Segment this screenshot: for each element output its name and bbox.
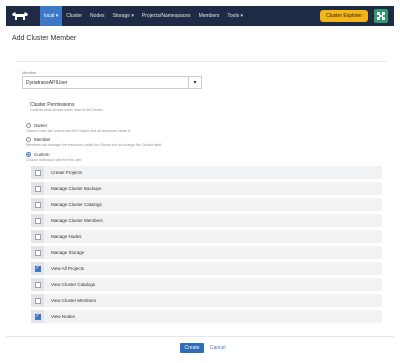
role-checkbox[interactable] — [34, 281, 41, 288]
radio-owner[interactable]: Owner — [26, 123, 47, 128]
role-checkbox[interactable]: ✓ — [34, 265, 41, 272]
role-checkbox[interactable] — [34, 297, 41, 304]
radio-member-label: Member — [34, 137, 51, 142]
role-checkbox[interactable] — [34, 233, 41, 240]
role-label: Create Projects — [51, 170, 83, 175]
role-label: View Cluster Members — [51, 298, 97, 303]
role-row[interactable]: Manage Storage — [31, 246, 382, 259]
nav-item-nodes[interactable]: Nodes — [86, 6, 108, 26]
role-label: View Cluster Catalogs — [51, 282, 96, 287]
checkbox-cell — [31, 294, 44, 307]
cancel-button[interactable]: Cancel — [210, 343, 226, 353]
checkbox-cell — [31, 230, 44, 243]
role-label: View All Projects — [51, 266, 85, 271]
role-row[interactable]: ✓ View All Projects — [31, 262, 382, 275]
footer-divider — [6, 336, 394, 337]
main-nav: local ▾ Cluster Nodes Storage ▾ Projects… — [40, 6, 247, 26]
page-title: Add Cluster Member — [12, 35, 77, 42]
cluster-selector-label: local — [44, 13, 55, 19]
nav-item-storage-label: Storage — [112, 13, 131, 19]
add-member-form: Member DynatraceAPIUser ▾ Cluster Permis… — [16, 61, 386, 331]
role-label: View Nodes — [51, 314, 75, 319]
role-checkbox[interactable] — [34, 217, 41, 224]
cluster-explorer-button[interactable]: Cluster Explorer — [320, 10, 368, 22]
radio-button[interactable] — [26, 123, 31, 128]
radio-owner-desc: Owners have full control over the Cluste… — [26, 129, 131, 133]
nav-item-tools[interactable]: Tools ▾ — [223, 6, 247, 26]
checkbox-cell — [31, 182, 44, 195]
role-label: Manage Cluster Catalogs — [51, 202, 102, 207]
radio-button[interactable] — [26, 152, 31, 157]
radio-owner-label: Owner — [34, 123, 48, 128]
checkbox-cell — [31, 278, 44, 291]
roles-list: Create Projects Manage Cluster Backups M… — [31, 166, 382, 326]
role-row[interactable]: View Cluster Members — [31, 294, 382, 307]
radio-custom-desc: Choose individual roles for this user. — [26, 158, 83, 162]
role-checkbox[interactable] — [34, 185, 41, 192]
radio-custom[interactable]: Custom — [26, 152, 50, 157]
role-row[interactable]: Create Projects — [31, 166, 382, 179]
radio-custom-label: Custom — [34, 152, 50, 157]
role-checkbox[interactable] — [34, 249, 41, 256]
member-select[interactable]: DynatraceAPIUser ▾ — [22, 76, 202, 89]
chevron-down-icon: ▾ — [240, 13, 243, 19]
chevron-down-icon: ▾ — [131, 13, 134, 19]
top-nav-bar: local ▾ Cluster Nodes Storage ▾ Projects… — [6, 6, 394, 26]
chevron-down-icon: ▾ — [55, 13, 59, 19]
radio-member[interactable]: Member — [26, 137, 51, 142]
nav-item-tools-label: Tools — [227, 13, 240, 19]
checkbox-cell — [31, 246, 44, 259]
checkbox-cell — [31, 198, 44, 211]
role-label: Manage Cluster Backups — [51, 186, 102, 191]
checkbox-cell: ✓ — [31, 262, 44, 275]
role-row[interactable]: Manage Cluster Backups — [31, 182, 382, 195]
member-select-value: DynatraceAPIUser — [26, 80, 68, 86]
role-row[interactable]: Manage Nodes — [31, 230, 382, 243]
user-avatar-icon[interactable] — [374, 9, 388, 23]
nav-item-cluster[interactable]: Cluster — [62, 6, 86, 26]
member-field-label: Member — [22, 70, 37, 75]
role-checkbox[interactable] — [34, 169, 41, 176]
role-row[interactable]: Manage Cluster Members — [31, 214, 382, 227]
role-row[interactable]: Manage Cluster Catalogs — [31, 198, 382, 211]
rancher-logo-icon[interactable] — [10, 9, 30, 23]
chevron-down-icon[interactable]: ▾ — [188, 77, 201, 88]
checkbox-cell: ✓ — [31, 310, 44, 323]
radio-button[interactable] — [26, 137, 31, 142]
cluster-selector[interactable]: local ▾ — [40, 6, 63, 26]
role-row[interactable]: ✓ View Nodes — [31, 310, 382, 323]
role-checkbox[interactable] — [34, 201, 41, 208]
checkbox-cell — [31, 166, 44, 179]
role-label: Manage Nodes — [51, 234, 82, 239]
create-button[interactable]: Create — [180, 343, 204, 353]
role-label: Manage Storage — [51, 250, 85, 255]
radio-member-desc: Members can manage the resources inside … — [26, 143, 163, 147]
checkbox-cell — [31, 214, 44, 227]
nav-item-members[interactable]: Members — [195, 6, 224, 26]
nav-item-projects-namespaces[interactable]: Projects/Namespaces — [138, 6, 195, 26]
role-row[interactable]: View Cluster Catalogs — [31, 278, 382, 291]
role-label: Manage Cluster Members — [51, 218, 103, 223]
nav-item-storage[interactable]: Storage ▾ — [109, 6, 138, 26]
permissions-subtitle: Controls what access users have to the C… — [30, 108, 104, 112]
role-checkbox[interactable]: ✓ — [34, 313, 41, 320]
